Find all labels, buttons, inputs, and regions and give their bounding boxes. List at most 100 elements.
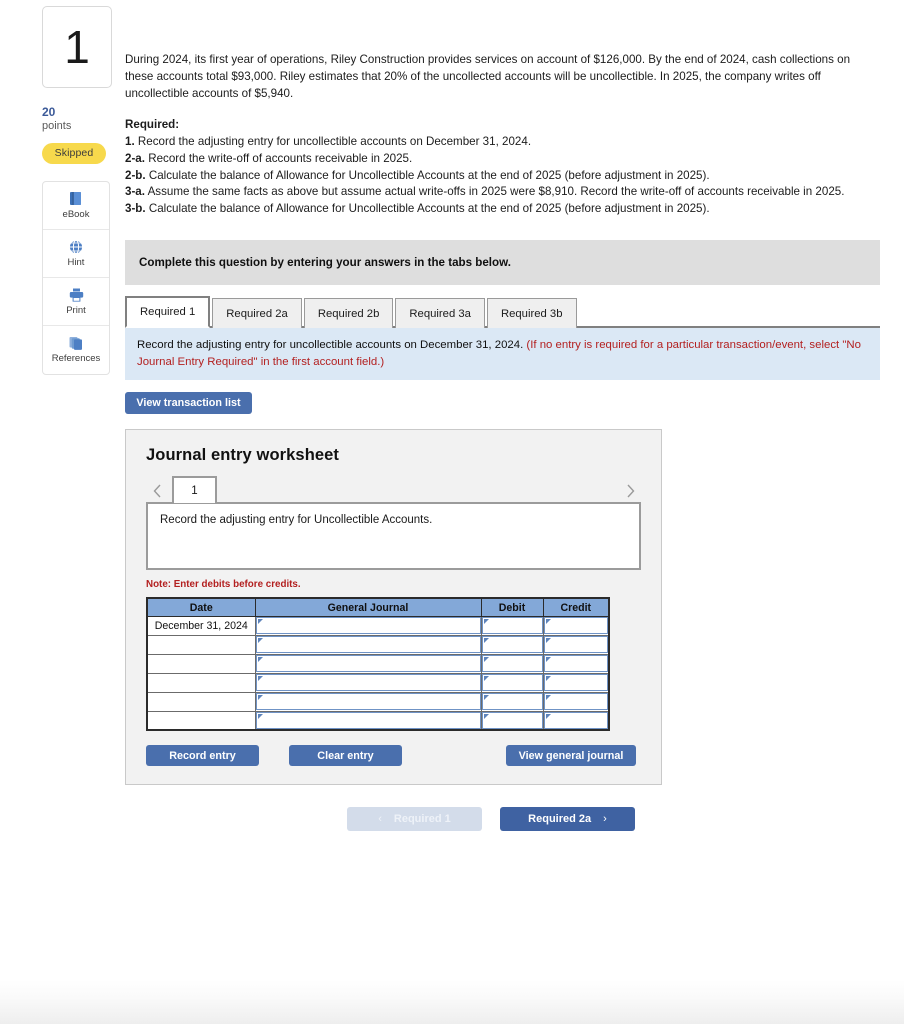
column-header-credit: Credit bbox=[542, 597, 610, 617]
requirement-navigation: ‹ Required 1 Required 2a › bbox=[347, 807, 880, 832]
cell-date[interactable] bbox=[146, 634, 256, 655]
credit-input[interactable] bbox=[543, 712, 608, 730]
debit-credit-note: Note: Enter debits before credits. bbox=[146, 579, 301, 591]
cell-date[interactable] bbox=[146, 672, 256, 693]
record-entry-button[interactable]: Record entry bbox=[146, 745, 259, 767]
cell-date[interactable] bbox=[146, 691, 256, 712]
next-requirement-button[interactable]: Required 2a › bbox=[500, 807, 635, 832]
requirement-item: 3-b. Calculate the balance of Allowance … bbox=[125, 201, 880, 218]
references-icon bbox=[68, 335, 84, 351]
debit-input[interactable] bbox=[481, 617, 543, 635]
credit-input[interactable] bbox=[543, 693, 608, 711]
debit-input[interactable] bbox=[481, 655, 543, 673]
requirement-text: Record the write-off of accounts receiva… bbox=[148, 151, 413, 165]
points-display: 20 points bbox=[42, 105, 112, 134]
page-bottom-fade bbox=[0, 980, 904, 1024]
view-transaction-list-button[interactable]: View transaction list bbox=[125, 392, 252, 415]
credit-input[interactable] bbox=[543, 674, 608, 692]
credit-input[interactable] bbox=[543, 636, 608, 654]
cell-general-journal[interactable] bbox=[254, 634, 482, 655]
chevron-right-icon[interactable] bbox=[619, 483, 641, 503]
debit-input[interactable] bbox=[481, 674, 543, 692]
tab-prompt: Record the adjusting entry for uncollect… bbox=[125, 328, 880, 381]
cell-general-journal[interactable] bbox=[254, 691, 482, 712]
credit-input[interactable] bbox=[543, 655, 608, 673]
cell-debit[interactable] bbox=[480, 634, 544, 655]
sidebar-item-hint-label: Hint bbox=[67, 256, 85, 268]
cell-credit[interactable] bbox=[542, 615, 610, 636]
worksheet-description: Record the adjusting entry for Uncollect… bbox=[146, 502, 641, 571]
cell-debit[interactable] bbox=[480, 672, 544, 693]
cell-credit[interactable] bbox=[542, 672, 610, 693]
worksheet-pager: 1 bbox=[146, 476, 641, 504]
worksheet-title: Journal entry worksheet bbox=[146, 446, 340, 465]
question-sidebar: 1 20 points Skipped eBook Hint Print Ref… bbox=[42, 6, 112, 375]
requirement-text: Record the adjusting entry for uncollect… bbox=[137, 134, 532, 148]
table-row: December 31, 2024 bbox=[146, 615, 610, 636]
general-journal-select[interactable] bbox=[255, 712, 481, 730]
print-icon bbox=[68, 287, 85, 303]
cell-date[interactable]: December 31, 2024 bbox=[146, 615, 256, 636]
sidebar-item-ebook-label: eBook bbox=[62, 209, 90, 221]
sidebar-item-print[interactable]: Print bbox=[43, 278, 109, 326]
required-heading: Required: bbox=[125, 117, 180, 131]
tab-required-2b[interactable]: Required 2b bbox=[303, 298, 394, 329]
credit-input[interactable] bbox=[543, 617, 608, 635]
cell-debit[interactable] bbox=[480, 710, 544, 731]
sidebar-item-ebook[interactable]: eBook bbox=[43, 182, 109, 230]
view-general-journal-button[interactable]: View general journal bbox=[506, 745, 636, 767]
tab-prompt-main: Record the adjusting entry for uncollect… bbox=[137, 339, 524, 352]
cell-general-journal[interactable] bbox=[254, 653, 482, 674]
status-badge: Skipped bbox=[42, 142, 106, 164]
column-header-debit: Debit bbox=[480, 597, 544, 617]
requirement-number: 1. bbox=[125, 134, 135, 148]
question-number: 1 bbox=[64, 21, 90, 73]
prev-requirement-button[interactable]: ‹ Required 1 bbox=[347, 807, 482, 832]
sidebar-item-references[interactable]: References bbox=[43, 326, 109, 374]
general-journal-select[interactable] bbox=[255, 655, 481, 673]
clear-entry-button[interactable]: Clear entry bbox=[289, 745, 402, 767]
cell-credit[interactable] bbox=[542, 691, 610, 712]
chevron-left-icon: ‹ bbox=[378, 813, 382, 826]
worksheet-page-tab-1[interactable]: 1 bbox=[172, 476, 217, 504]
cell-general-journal[interactable] bbox=[254, 615, 482, 636]
instruction-banner: Complete this question by entering your … bbox=[125, 240, 880, 286]
cell-credit[interactable] bbox=[542, 710, 610, 731]
question-paragraph: During 2024, its first year of operation… bbox=[125, 53, 851, 100]
column-header-date: Date bbox=[146, 597, 256, 617]
debit-input[interactable] bbox=[481, 636, 543, 654]
cell-general-journal[interactable] bbox=[254, 710, 482, 731]
hint-icon bbox=[68, 239, 84, 255]
requirement-number: 3-b. bbox=[125, 202, 146, 216]
debit-input[interactable] bbox=[481, 712, 543, 730]
general-journal-select[interactable] bbox=[255, 674, 481, 692]
debit-input[interactable] bbox=[481, 693, 543, 711]
sidebar-item-hint[interactable]: Hint bbox=[43, 230, 109, 278]
cell-credit[interactable] bbox=[542, 653, 610, 674]
tab-required-2a[interactable]: Required 2a bbox=[212, 298, 302, 329]
general-journal-select[interactable] bbox=[255, 617, 481, 635]
sidebar-item-references-label: References bbox=[51, 353, 101, 365]
tool-stack: eBook Hint Print References bbox=[42, 180, 110, 375]
tab-required-3b[interactable]: Required 3b bbox=[486, 298, 577, 329]
cell-debit[interactable] bbox=[480, 653, 544, 674]
cell-date[interactable] bbox=[146, 653, 256, 674]
chevron-left-icon[interactable] bbox=[146, 483, 168, 503]
chevron-right-icon: › bbox=[603, 813, 607, 826]
requirement-text: Assume the same facts as above but assum… bbox=[147, 185, 845, 199]
cell-credit[interactable] bbox=[542, 634, 610, 655]
cell-general-journal[interactable] bbox=[254, 672, 482, 693]
question-main: During 2024, its first year of operation… bbox=[125, 52, 880, 832]
general-journal-select[interactable] bbox=[255, 636, 481, 654]
table-row bbox=[146, 691, 610, 712]
cell-debit[interactable] bbox=[480, 691, 544, 712]
cell-debit[interactable] bbox=[480, 615, 544, 636]
requirement-number: 2-b. bbox=[125, 168, 146, 182]
cell-date[interactable] bbox=[146, 710, 256, 731]
general-journal-select[interactable] bbox=[255, 693, 481, 711]
table-row bbox=[146, 653, 610, 674]
tab-required-1[interactable]: Required 1 bbox=[125, 296, 211, 329]
requirement-tabs: Required 1 Required 2a Required 2b Requi… bbox=[125, 296, 880, 329]
tab-required-3a[interactable]: Required 3a bbox=[395, 298, 485, 329]
prev-requirement-label: Required 1 bbox=[393, 813, 451, 826]
